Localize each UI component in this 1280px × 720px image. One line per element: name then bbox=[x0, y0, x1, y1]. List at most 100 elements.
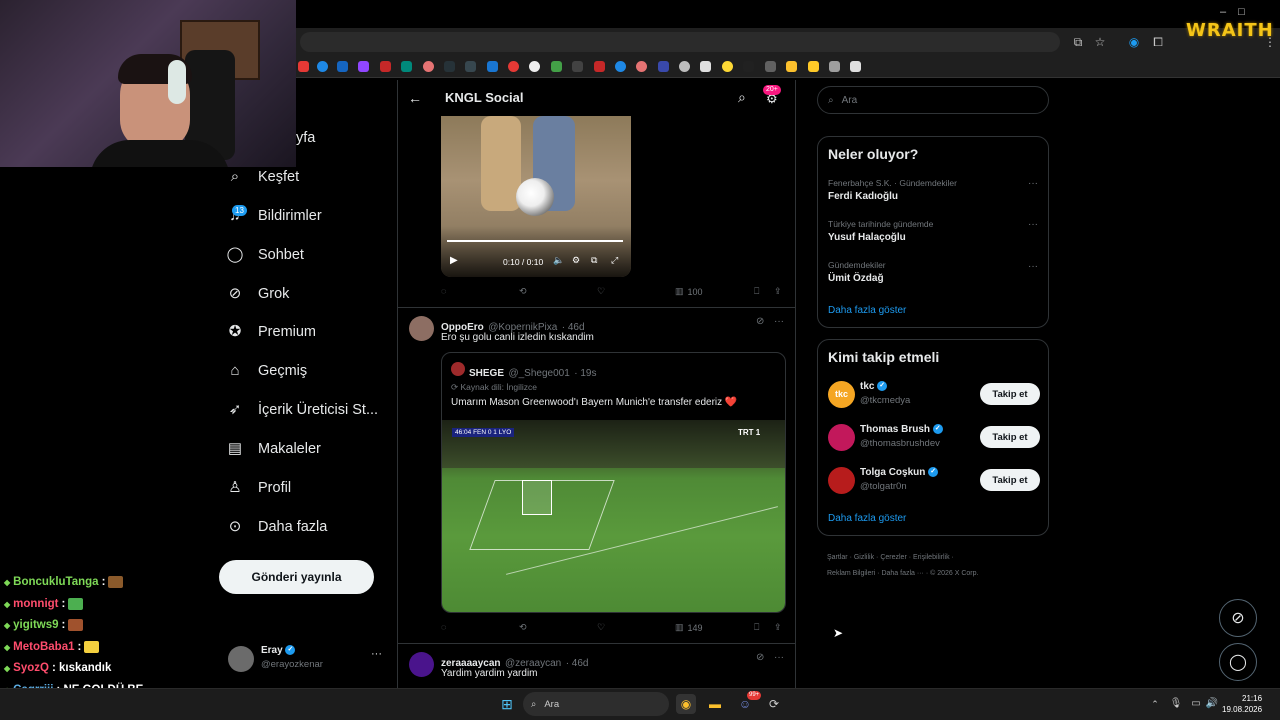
avatar[interactable] bbox=[828, 467, 855, 494]
search-icon[interactable]: ⌕ bbox=[738, 89, 746, 106]
views-count[interactable]: ▥ 100 bbox=[675, 286, 703, 297]
extension-shield-icon[interactable]: ◉ bbox=[1127, 35, 1141, 49]
bookmark-star-icon[interactable]: ☆ bbox=[1093, 35, 1107, 49]
bookmark-icon[interactable] bbox=[829, 61, 840, 72]
bookmark-icon[interactable] bbox=[423, 61, 434, 72]
video-settings-icon[interactable]: ⚙ bbox=[572, 255, 580, 266]
bookmark-icon[interactable] bbox=[298, 61, 309, 72]
show-more-link[interactable]: Daha fazla göster bbox=[828, 305, 906, 316]
more-icon[interactable]: ··· bbox=[1028, 178, 1038, 189]
bookmark-icon[interactable] bbox=[658, 61, 669, 72]
app-icon[interactable]: ⟳ bbox=[764, 694, 784, 714]
bookmark-icon[interactable] bbox=[487, 61, 498, 72]
more-icon[interactable]: ··· bbox=[1028, 261, 1038, 272]
bookmark-icon[interactable] bbox=[401, 61, 412, 72]
avatar[interactable] bbox=[409, 652, 434, 677]
bookmark-icon[interactable] bbox=[317, 61, 328, 72]
suggestion-name[interactable]: tkc ✓ bbox=[860, 381, 888, 392]
window-controls[interactable]: –□ bbox=[1220, 6, 1257, 18]
footer-link[interactable]: Şartlar bbox=[827, 554, 848, 561]
avatar[interactable] bbox=[828, 424, 855, 451]
chrome-icon[interactable]: ◉ bbox=[676, 694, 696, 714]
nav-articles[interactable]: ▤ Makaleler bbox=[226, 435, 321, 463]
volume-icon[interactable]: 🔊 bbox=[1202, 694, 1222, 714]
repost-icon[interactable]: ⟲ bbox=[519, 286, 527, 297]
grok-icon[interactable]: ⊘ bbox=[756, 316, 764, 327]
nav-chat[interactable]: ◯ Sohbet bbox=[226, 241, 304, 269]
bookmark-icon[interactable] bbox=[765, 61, 776, 72]
start-menu-icon[interactable]: ⊞ bbox=[497, 694, 517, 714]
grok-icon[interactable]: ⊘ bbox=[756, 652, 764, 663]
trend-item[interactable]: Ferdi Kadıoğlu bbox=[828, 191, 898, 202]
views-count[interactable]: ▥ 149 bbox=[675, 622, 703, 633]
repost-icon[interactable]: ⟲ bbox=[519, 622, 527, 633]
microphone-icon[interactable]: 🎙 bbox=[1166, 694, 1186, 714]
share-icon[interactable]: ⇪ bbox=[774, 622, 782, 633]
reply-icon[interactable]: ◌ bbox=[441, 622, 446, 632]
nav-bookmarks[interactable]: ⌂ Geçmiş bbox=[226, 357, 307, 385]
tweet-time[interactable]: · 46d bbox=[566, 658, 589, 669]
bookmark-icon[interactable] bbox=[465, 61, 476, 72]
quote-tweet[interactable]: SHEGE @_Shege001 · 19s ⟳ Kaynak dili: İn… bbox=[441, 352, 786, 613]
grok-fab-icon[interactable]: ⊘ bbox=[1219, 599, 1257, 637]
address-bar[interactable] bbox=[300, 32, 1060, 52]
bookmark-icon[interactable] bbox=[358, 61, 369, 72]
nav-more[interactable]: ⊙ Daha fazla bbox=[226, 513, 328, 541]
bookmark-icon[interactable] bbox=[679, 61, 690, 72]
nav-creator-studio[interactable]: ➶ İçerik Üreticisi St... bbox=[226, 396, 378, 424]
footer-link[interactable]: Daha fazla ··· bbox=[881, 570, 923, 577]
trend-item[interactable]: Yusuf Halaçoğlu bbox=[828, 232, 906, 243]
bookmark-icon[interactable] bbox=[700, 61, 711, 72]
video-progress-track[interactable] bbox=[447, 240, 623, 242]
file-explorer-icon[interactable]: ▬ bbox=[705, 694, 725, 714]
bookmark-icon[interactable] bbox=[444, 61, 455, 72]
show-more-link[interactable]: Daha fazla göster bbox=[828, 513, 906, 524]
footer-link[interactable]: Erişilebilirlik bbox=[913, 554, 950, 561]
bookmark-icon[interactable] bbox=[636, 61, 647, 72]
bookmark-icon[interactable]: ⎕ bbox=[754, 286, 759, 297]
avatar[interactable]: tkc bbox=[828, 381, 855, 408]
nav-explore[interactable]: ⌕ Keşfet bbox=[226, 163, 299, 191]
avatar[interactable] bbox=[409, 316, 434, 341]
bookmark-icon[interactable] bbox=[722, 61, 733, 72]
footer-link[interactable]: Reklam Bilgileri bbox=[827, 570, 875, 577]
match-image[interactable]: 46:04 FEN 0 1 LYO TRT 1 bbox=[442, 420, 785, 612]
share-icon[interactable]: ⇪ bbox=[774, 286, 782, 297]
system-clock[interactable]: 21:16 19.08.2026 bbox=[1222, 693, 1262, 715]
nav-home-label[interactable]: yfa bbox=[296, 130, 315, 146]
bookmark-icon[interactable] bbox=[380, 61, 391, 72]
back-arrow-icon[interactable]: ← bbox=[408, 90, 422, 106]
bookmark-icon[interactable] bbox=[615, 61, 626, 72]
bookmark-icon[interactable] bbox=[808, 61, 819, 72]
more-icon[interactable]: ··· bbox=[774, 652, 784, 663]
video-player[interactable]: ▶ 0:10 / 0:10 🔈 ⚙ ⧉ ⤢ bbox=[441, 116, 631, 277]
page-scrollbar[interactable] bbox=[1271, 80, 1279, 688]
bookmark-icon[interactable] bbox=[508, 61, 519, 72]
pip-icon[interactable]: ⧉ bbox=[591, 255, 597, 266]
fullscreen-icon[interactable]: ⤢ bbox=[611, 255, 618, 266]
bookmark-icon[interactable] bbox=[594, 61, 605, 72]
account-more-icon[interactable]: ··· bbox=[371, 648, 382, 660]
suggestion-name[interactable]: Thomas Brush ✓ bbox=[860, 424, 943, 435]
like-icon[interactable]: ♡ bbox=[597, 286, 605, 297]
play-icon[interactable]: ▶ bbox=[450, 255, 458, 266]
post-button[interactable]: Gönderi yayınla bbox=[219, 560, 374, 594]
trend-item[interactable]: Ümit Özdağ bbox=[828, 273, 884, 284]
follow-button[interactable]: Takip et bbox=[980, 426, 1040, 448]
messages-fab-icon[interactable]: ◯ bbox=[1219, 643, 1257, 681]
footer-link[interactable]: Gizlilik bbox=[854, 554, 874, 561]
bookmark-icon[interactable] bbox=[529, 61, 540, 72]
follow-button[interactable]: Takip et bbox=[980, 469, 1040, 491]
bookmark-icon[interactable] bbox=[551, 61, 562, 72]
bookmark-icon[interactable] bbox=[337, 61, 348, 72]
footer-link[interactable]: Çerezler bbox=[880, 554, 906, 561]
reply-icon[interactable]: ◌ bbox=[441, 286, 446, 296]
search-input[interactable]: ⌕ Ara bbox=[817, 86, 1049, 114]
like-icon[interactable]: ♡ bbox=[597, 622, 605, 633]
install-app-icon[interactable]: ⧉ bbox=[1071, 35, 1085, 49]
suggestion-name[interactable]: Tolga Coşkun ✓ bbox=[860, 467, 939, 478]
bookmark-icon[interactable] bbox=[850, 61, 861, 72]
nav-profile[interactable]: ♙ Profil bbox=[226, 474, 291, 502]
extensions-icon[interactable]: ⧠ bbox=[1151, 35, 1165, 49]
bookmark-icon[interactable]: ⎕ bbox=[754, 622, 759, 633]
